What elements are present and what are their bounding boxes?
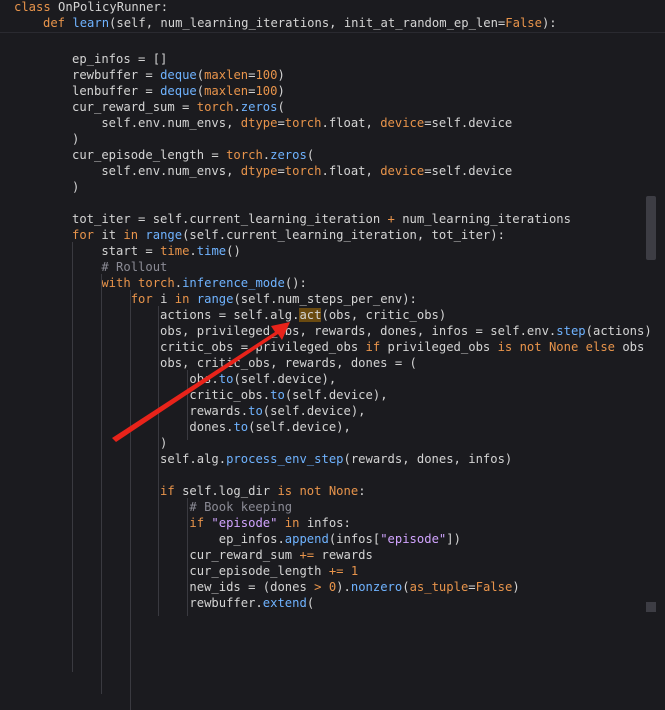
annotation-arrow-icon	[112, 322, 290, 442]
